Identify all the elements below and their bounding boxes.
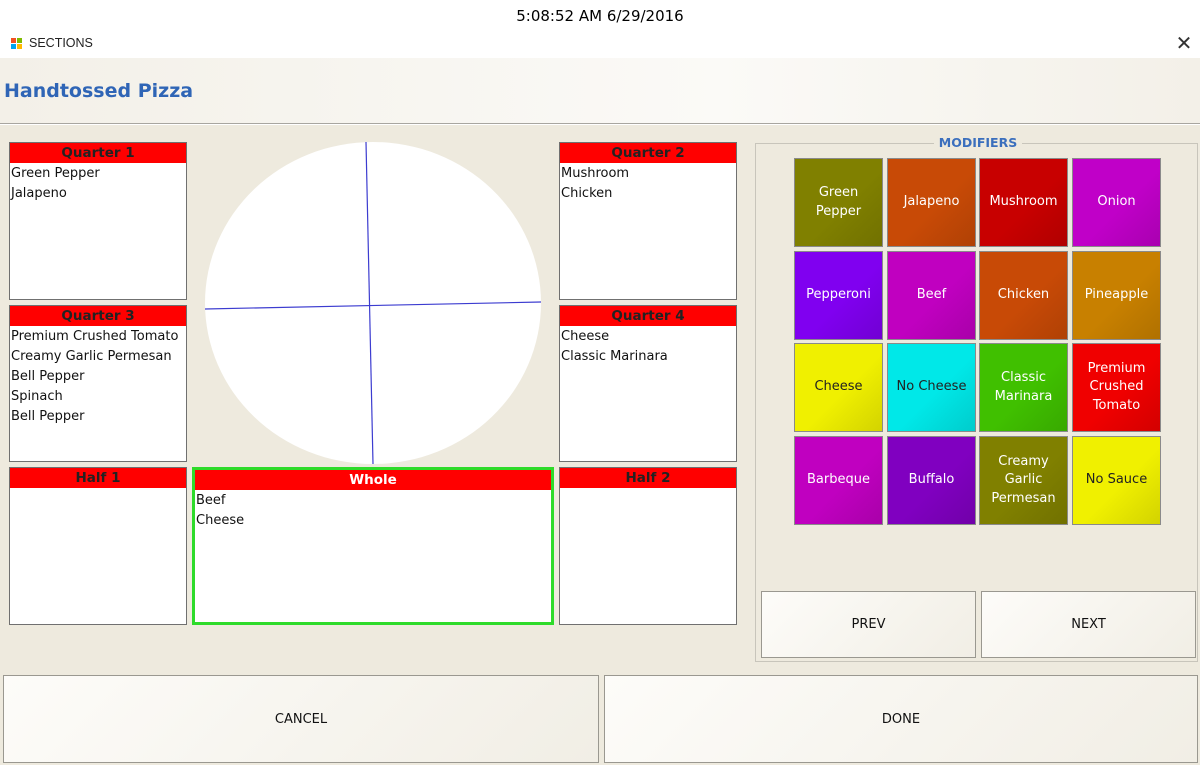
modifier-button[interactable]: Cheese	[794, 343, 883, 432]
modifier-button[interactable]: Jalapeno	[887, 158, 976, 247]
modifier-button[interactable]: Green Pepper	[794, 158, 883, 247]
modifier-button[interactable]: Barbeque	[794, 436, 883, 525]
section-quarter-1-header: Quarter 1	[10, 143, 186, 163]
list-item[interactable]: Beef	[196, 491, 551, 511]
modifier-button[interactable]: Buffalo	[887, 436, 976, 525]
list-item[interactable]: Cheese	[196, 511, 551, 531]
window-title: SECTIONS	[29, 36, 93, 50]
list-item[interactable]: Creamy Garlic Permesan	[11, 347, 186, 367]
modifier-button[interactable]: Creamy Garlic Permesan	[979, 436, 1068, 525]
window-titlebar: SECTIONS ✕	[0, 30, 1200, 58]
clock-display: 5:08:52 AM 6/29/2016	[516, 7, 684, 25]
done-button[interactable]: DONE	[604, 675, 1198, 763]
modifier-button[interactable]: Onion	[1072, 158, 1161, 247]
list-item[interactable]: Bell Pepper	[11, 407, 186, 427]
modifier-button[interactable]: Mushroom	[979, 158, 1068, 247]
section-quarter-3-list: Premium Crushed Tomato Creamy Garlic Perm…	[10, 326, 186, 427]
list-item[interactable]: Chicken	[561, 184, 736, 204]
vertical-divider	[365, 142, 374, 464]
modifiers-title: MODIFIERS	[934, 134, 1022, 152]
list-item[interactable]: Jalapeno	[11, 184, 186, 204]
section-half-1-list	[10, 488, 186, 489]
section-quarter-1-list: Green Pepper Jalapeno	[10, 163, 186, 204]
close-icon[interactable]: ✕	[1172, 32, 1196, 56]
modifier-button[interactable]: Pineapple	[1072, 251, 1161, 340]
section-half-2[interactable]: Half 2	[559, 467, 737, 625]
pizza-diagram[interactable]	[205, 142, 541, 464]
section-whole-header: Whole	[195, 470, 551, 490]
section-quarter-4-list: Cheese Classic Marinara	[560, 326, 736, 367]
section-quarter-1[interactable]: Quarter 1 Green Pepper Jalapeno	[9, 142, 187, 300]
section-half-2-list	[560, 488, 736, 489]
modifier-button[interactable]: Beef	[887, 251, 976, 340]
section-whole[interactable]: Whole Beef Cheese	[192, 467, 554, 625]
section-quarter-2-list: Mushroom Chicken	[560, 163, 736, 204]
modifier-button[interactable]: Classic Marinara	[979, 343, 1068, 432]
section-quarter-3-header: Quarter 3	[10, 306, 186, 326]
modifier-button[interactable]: No Cheese	[887, 343, 976, 432]
modifier-button[interactable]: No Sauce	[1072, 436, 1161, 525]
next-button[interactable]: NEXT	[981, 591, 1196, 658]
prev-button[interactable]: PREV	[761, 591, 976, 658]
modifier-button[interactable]: Pepperoni	[794, 251, 883, 340]
section-quarter-4[interactable]: Quarter 4 Cheese Classic Marinara	[559, 305, 737, 462]
horizontal-divider	[205, 301, 541, 310]
list-item[interactable]: Bell Pepper	[11, 367, 186, 387]
list-item[interactable]: Green Pepper	[11, 164, 186, 184]
modifier-button[interactable]: Chicken	[979, 251, 1068, 340]
section-half-1-header: Half 1	[10, 468, 186, 488]
cancel-button[interactable]: CANCEL	[3, 675, 599, 763]
list-item[interactable]: Cheese	[561, 327, 736, 347]
modifier-button[interactable]: Premium Crushed Tomato	[1072, 343, 1161, 432]
pizza-divider-lines	[205, 142, 541, 464]
page-title: Handtossed Pizza	[4, 80, 194, 102]
section-quarter-3[interactable]: Quarter 3 Premium Crushed Tomato Creamy G…	[9, 305, 187, 462]
page-header: Handtossed Pizza	[0, 58, 1200, 124]
list-item[interactable]: Mushroom	[561, 164, 736, 184]
section-half-1[interactable]: Half 1	[9, 467, 187, 625]
section-half-2-header: Half 2	[560, 468, 736, 488]
section-quarter-2-header: Quarter 2	[560, 143, 736, 163]
section-quarter-2[interactable]: Quarter 2 Mushroom Chicken	[559, 142, 737, 300]
list-item[interactable]: Classic Marinara	[561, 347, 736, 367]
list-item[interactable]: Premium Crushed Tomato	[11, 327, 186, 347]
app-icon	[11, 38, 22, 49]
section-quarter-4-header: Quarter 4	[560, 306, 736, 326]
section-whole-list: Beef Cheese	[195, 490, 551, 531]
list-item[interactable]: Spinach	[11, 387, 186, 407]
